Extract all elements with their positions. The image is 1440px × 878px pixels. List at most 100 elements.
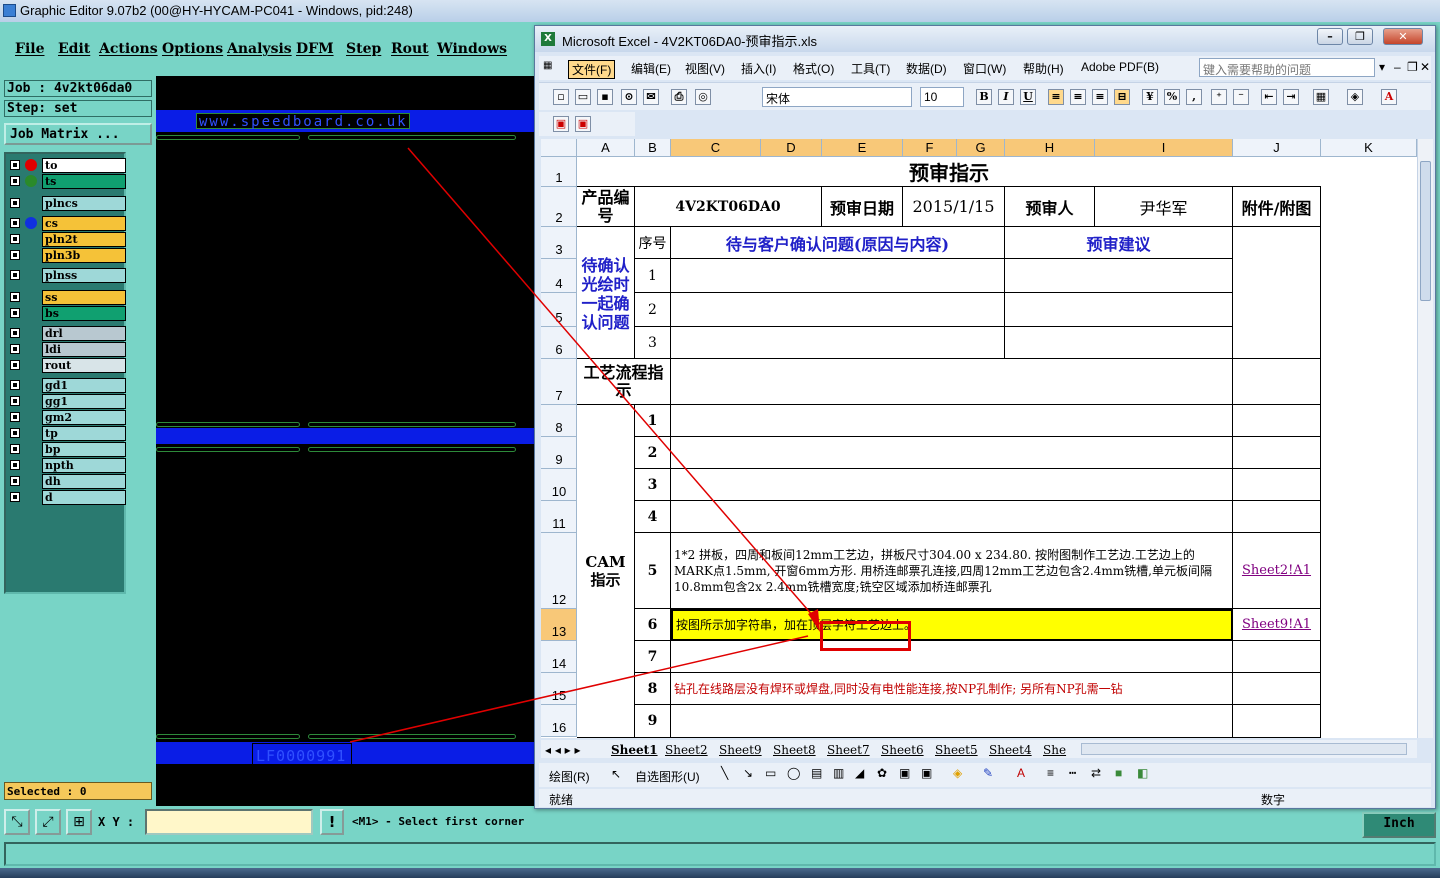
save-icon[interactable]: ▪: [597, 89, 613, 105]
layer-name[interactable]: plnss: [42, 268, 126, 283]
menu-window[interactable]: 窗口(W): [963, 60, 1006, 77]
layer-checkbox[interactable]: [10, 396, 20, 406]
layer-checkbox[interactable]: [10, 380, 20, 390]
xy-input[interactable]: [145, 809, 313, 835]
row-header-8[interactable]: 8: [541, 405, 577, 437]
line-icon[interactable]: ╲: [721, 766, 728, 780]
layer-checkbox[interactable]: [10, 176, 20, 186]
rectangle-icon[interactable]: ▭: [765, 766, 776, 780]
email-icon[interactable]: ✉: [643, 89, 659, 105]
tab-sheet7[interactable]: Sheet7: [827, 743, 870, 757]
cam-cell[interactable]: [671, 705, 1233, 738]
layer-row[interactable]: to: [8, 158, 126, 173]
menu-file[interactable]: 文件(F): [568, 60, 616, 79]
minimize-button[interactable]: –: [1317, 28, 1343, 45]
layer-checkbox[interactable]: [10, 308, 20, 318]
layer-row[interactable]: pln3b: [8, 248, 126, 263]
align-right-icon[interactable]: ≡: [1092, 89, 1108, 105]
layer-row[interactable]: bp: [8, 442, 126, 457]
col-header-i[interactable]: I: [1095, 139, 1233, 157]
col-header-e[interactable]: E: [822, 139, 903, 157]
autoshape-menu[interactable]: 自选图形(U): [635, 768, 700, 785]
layer-checkbox[interactable]: [10, 476, 20, 486]
zoom-in-icon[interactable]: ⤢: [35, 809, 61, 835]
cam-attachment-cell[interactable]: [1233, 705, 1321, 738]
oval-icon[interactable]: ◯: [787, 766, 800, 780]
layer-name[interactable]: ldi: [42, 342, 126, 357]
units-button[interactable]: Inch: [1362, 812, 1436, 838]
layer-row[interactable]: gd1: [8, 378, 126, 393]
menu-dfm[interactable]: DFM: [296, 41, 334, 57]
row-header-6[interactable]: 6: [541, 327, 577, 359]
sheet2-link[interactable]: Sheet2!A1: [1233, 533, 1321, 609]
row-header-1[interactable]: 1: [541, 157, 577, 187]
cam-cell[interactable]: [671, 501, 1233, 533]
layer-name[interactable]: rout: [42, 358, 126, 373]
layer-checkbox[interactable]: [10, 250, 20, 260]
col-header-a[interactable]: A: [577, 139, 635, 157]
menu-analysis[interactable]: Analysis: [227, 41, 292, 57]
col-header-b[interactable]: B: [635, 139, 671, 157]
col-header-k[interactable]: K: [1321, 139, 1417, 157]
row-header-10[interactable]: 10: [541, 469, 577, 501]
menu-step[interactable]: Step: [346, 41, 381, 57]
tab-sheet8[interactable]: Sheet8: [773, 743, 816, 757]
menu-adobe-pdf[interactable]: Adobe PDF(B): [1081, 60, 1159, 74]
layer-checkbox[interactable]: [10, 218, 20, 228]
col-header-g[interactable]: G: [957, 139, 1005, 157]
tab-sheet6[interactable]: Sheet6: [881, 743, 924, 757]
picture-icon[interactable]: ▣: [899, 766, 910, 780]
align-left-icon[interactable]: ≡: [1048, 89, 1064, 105]
layer-checkbox[interactable]: [10, 428, 20, 438]
row-header-11[interactable]: 11: [541, 501, 577, 533]
layer-name[interactable]: tp: [42, 426, 126, 441]
font-size-select[interactable]: 10: [920, 87, 964, 107]
layer-name[interactable]: ss: [42, 290, 126, 305]
row-header-7[interactable]: 7: [541, 359, 577, 405]
layer-checkbox[interactable]: [10, 234, 20, 244]
cam-instruction-12[interactable]: 1*2 拼板，四周和板间12mm工艺边，拼板尺寸304.00 x 234.80.…: [671, 533, 1233, 609]
doc-minimize-icon[interactable]: –: [1394, 60, 1401, 74]
menu-insert[interactable]: 插入(I): [741, 60, 776, 77]
cam-attachment-cell[interactable]: [1233, 405, 1321, 437]
currency-icon[interactable]: ¥: [1142, 89, 1158, 105]
doc-restore-icon[interactable]: ❐: [1407, 60, 1418, 74]
cam-cell[interactable]: [671, 437, 1233, 469]
row-header-13[interactable]: 13: [541, 609, 577, 641]
layer-checkbox[interactable]: [10, 160, 20, 170]
scroll-thumb[interactable]: [1420, 161, 1431, 301]
row-header-5[interactable]: 5: [541, 293, 577, 327]
layer-name[interactable]: bp: [42, 442, 126, 457]
row-header-2[interactable]: 2: [541, 187, 577, 227]
select-pointer-icon[interactable]: ↖: [611, 767, 621, 781]
menu-tools[interactable]: 工具(T): [851, 60, 890, 77]
menu-actions[interactable]: Actions: [99, 41, 158, 57]
merge-center-icon[interactable]: ⊟: [1114, 89, 1130, 105]
layer-checkbox[interactable]: [10, 492, 20, 502]
issue-cell[interactable]: [671, 259, 1005, 293]
cam-cell[interactable]: [671, 469, 1233, 501]
layer-row[interactable]: tp: [8, 426, 126, 441]
layer-name[interactable]: cs: [42, 216, 126, 231]
job-matrix-button[interactable]: Job Matrix ...: [4, 123, 152, 145]
layer-row[interactable]: gm2: [8, 410, 126, 425]
line-color-icon[interactable]: ✎: [983, 766, 993, 780]
col-header-f[interactable]: F: [903, 139, 957, 157]
col-header-j[interactable]: J: [1233, 139, 1321, 157]
horizontal-scrollbar[interactable]: [1081, 743, 1407, 755]
layer-row[interactable]: cs: [8, 216, 126, 231]
layer-row[interactable]: bs: [8, 306, 126, 321]
layer-row[interactable]: gg1: [8, 394, 126, 409]
layer-checkbox[interactable]: [10, 360, 20, 370]
decrease-decimal-icon[interactable]: ⁻: [1233, 89, 1249, 105]
tab-sheet1[interactable]: Sheet1: [611, 743, 658, 757]
font-color-icon[interactable]: A: [1381, 89, 1397, 105]
row-header-15[interactable]: 15: [541, 673, 577, 705]
suggest-cell[interactable]: [1005, 327, 1233, 359]
doc-close-icon[interactable]: ✕: [1420, 60, 1430, 74]
comma-icon[interactable]: ,: [1186, 89, 1202, 105]
layer-row[interactable]: ss: [8, 290, 126, 305]
tab-sheet2[interactable]: Sheet2: [665, 743, 708, 757]
tab-nav-icon[interactable]: ◂ ◂ ▸ ▸: [545, 743, 581, 757]
insert-picture-icon[interactable]: ▣: [921, 766, 932, 780]
